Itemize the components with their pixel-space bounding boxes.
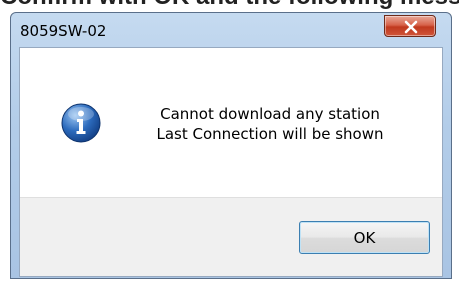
message-dialog: 8059SW-02 Cannot download any station La… xyxy=(10,12,452,279)
info-icon xyxy=(61,103,101,143)
dialog-content: Cannot download any station Last Connect… xyxy=(19,47,443,277)
message-line-1: Cannot download any station xyxy=(160,105,380,123)
ok-button[interactable]: OK xyxy=(299,221,430,254)
message-line-2: Last Connection will be shown xyxy=(156,125,384,143)
dialog-message: Cannot download any station Last Connect… xyxy=(125,104,415,144)
dialog-title: 8059SW-02 xyxy=(20,22,107,40)
close-button[interactable] xyxy=(384,15,436,37)
background-document-text: Confirm with OK and the following messag… xyxy=(0,0,459,12)
close-icon xyxy=(404,20,418,34)
dialog-footer: OK xyxy=(20,197,442,276)
